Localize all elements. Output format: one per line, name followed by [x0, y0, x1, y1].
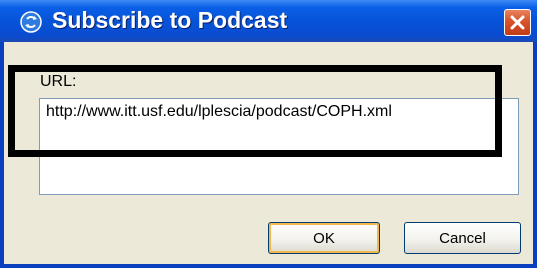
url-input[interactable]: http://www.itt.usf.edu/lplescia/podcast/…: [39, 98, 519, 195]
cancel-button[interactable]: Cancel: [404, 222, 521, 254]
url-input-value: http://www.itt.usf.edu/lplescia/podcast/…: [46, 103, 392, 120]
dialog-body: URL: http://www.itt.usf.edu/lplescia/pod…: [4, 42, 533, 264]
url-label: URL:: [40, 73, 77, 90]
title-bar[interactable]: Subscribe to Podcast: [0, 0, 537, 42]
close-icon: [510, 15, 525, 30]
subscribe-dialog: Subscribe to Podcast URL: http://www.itt…: [0, 0, 537, 268]
window-title: Subscribe to Podcast: [52, 7, 288, 33]
podcast-icon: [20, 11, 42, 33]
ok-button[interactable]: OK: [268, 222, 380, 254]
close-button[interactable]: [504, 9, 531, 36]
